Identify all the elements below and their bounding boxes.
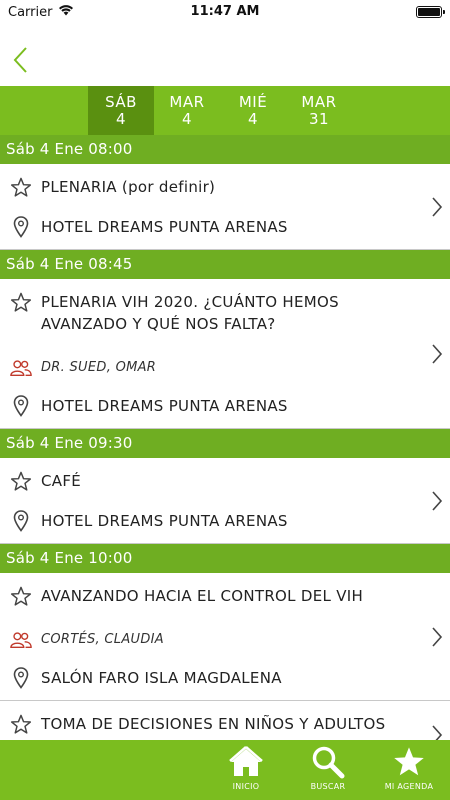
chevron-right-icon <box>430 343 444 365</box>
session-item[interactable]: TOMA DE DECISIONES EN NIÑOS Y ADULTOSCON… <box>0 701 450 740</box>
session-title-line: PLENARIA VIH 2020. ¿CUÁNTO HEMOS <box>41 293 339 311</box>
location-name: HOTEL DREAMS PUNTA ARENAS <box>41 218 288 236</box>
chevron-right-icon <box>430 490 444 512</box>
session-title-row: TOMA DE DECISIONES EN NIÑOS Y ADULTOSCON… <box>0 713 450 740</box>
tab-buscar[interactable]: BUSCAR <box>293 740 363 800</box>
location-pin-icon <box>10 510 32 532</box>
session-item[interactable]: PLENARIA (por definir) HOTEL DREAMS PUNTA… <box>0 164 450 250</box>
tab-bar: INICIO BUSCAR MI AGENDA <box>0 740 450 800</box>
star-outline-icon[interactable] <box>10 176 32 198</box>
people-icon <box>10 629 32 649</box>
star-outline-icon[interactable] <box>10 291 32 313</box>
nav-bar <box>0 24 450 86</box>
tab-mi-agenda[interactable]: MI AGENDA <box>374 740 444 800</box>
session-title: PLENARIA (por definir) <box>41 176 215 198</box>
status-time: 11:47 AM <box>190 4 260 19</box>
back-button[interactable] <box>8 44 32 76</box>
date-tab-1[interactable]: MAR 4 <box>154 86 220 135</box>
speaker-name: DR. SUED, OMAR <box>41 360 157 375</box>
session-title: PLENARIA VIH 2020. ¿CUÁNTO HEMOS AVANZADO… <box>41 291 339 335</box>
search-icon <box>311 740 345 780</box>
section-header: Sáb 4 Ene 08:00 <box>0 135 450 164</box>
people-icon <box>10 357 32 377</box>
star-icon <box>392 740 426 780</box>
session-title-line: PLENARIA (por definir) <box>41 178 216 196</box>
date-tab-day: MAR <box>169 92 205 111</box>
date-tab-0[interactable]: SÁB 4 <box>88 86 154 135</box>
session-title-row: PLENARIA (por definir) <box>0 176 450 198</box>
session-title-row: PLENARIA VIH 2020. ¿CUÁNTO HEMOS AVANZADO… <box>0 291 450 335</box>
session-title: CAFÉ <box>41 470 81 492</box>
section-header: Sáb 4 Ene 08:45 <box>0 250 450 279</box>
star-outline-icon[interactable] <box>10 585 32 607</box>
session-list[interactable]: Sáb 4 Ene 08:00 PLENARIA (por definir) HOT… <box>0 135 450 740</box>
location-row: HOTEL DREAMS PUNTA ARENAS <box>0 395 450 417</box>
speaker-row: DR. SUED, OMAR <box>0 357 450 379</box>
location-row: HOTEL DREAMS PUNTA ARENAS <box>0 216 450 238</box>
location-pin-icon <box>10 395 32 417</box>
session-title-row: AVANZANDO HACIA EL CONTROL DEL VIH <box>0 585 450 607</box>
date-tab-day: MIÉ <box>238 92 268 111</box>
location-pin-icon <box>10 667 32 689</box>
star-outline-icon[interactable] <box>10 713 32 735</box>
battery-icon <box>416 6 445 18</box>
section-header: Sáb 4 Ene 10:00 <box>0 544 450 573</box>
date-tab-num: 4 <box>247 109 259 128</box>
session-item[interactable]: PLENARIA VIH 2020. ¿CUÁNTO HEMOS AVANZADO… <box>0 279 450 429</box>
chevron-right-icon <box>430 626 444 648</box>
date-tab-2[interactable]: MIÉ 4 <box>220 86 286 135</box>
tab-label: BUSCAR <box>310 782 346 791</box>
session-title-line: AVANZADO Y QUÉ NOS FALTA? <box>41 315 276 333</box>
location-name: HOTEL DREAMS PUNTA ARENAS <box>41 512 288 530</box>
location-row: SALÓN FARO ISLA MAGDALENA <box>0 667 450 689</box>
date-tab-num: 31 <box>308 109 330 128</box>
session-title-row: CAFÉ <box>0 470 450 492</box>
session-title: TOMA DE DECISIONES EN NIÑOS Y ADULTOSCON… <box>41 713 385 740</box>
home-icon <box>229 740 263 780</box>
location-name: HOTEL DREAMS PUNTA ARENAS <box>41 397 288 415</box>
session-item[interactable]: CAFÉ HOTEL DREAMS PUNTA ARENAS <box>0 458 450 544</box>
speaker-name: CORTÉS, CLAUDIA <box>41 632 164 647</box>
speaker-row: CORTÉS, CLAUDIA <box>0 629 450 651</box>
session-title-line: AVANZANDO HACIA EL CONTROL DEL VIH <box>41 587 364 605</box>
date-tab-day: MAR <box>301 92 337 111</box>
location-name: SALÓN FARO ISLA MAGDALENA <box>41 669 282 687</box>
date-tabs: SÁB 4 MAR 4 MIÉ 4 MAR 31 <box>0 86 450 135</box>
location-pin-icon <box>10 216 32 238</box>
location-row: HOTEL DREAMS PUNTA ARENAS <box>0 510 450 532</box>
tab-label: INICIO <box>232 782 260 791</box>
chevron-right-icon <box>430 724 444 740</box>
session-item[interactable]: AVANZANDO HACIA EL CONTROL DEL VIH CORTÉS… <box>0 573 450 701</box>
chevron-left-icon <box>13 47 27 73</box>
session-title: AVANZANDO HACIA EL CONTROL DEL VIH <box>41 585 363 607</box>
tab-label: MI AGENDA <box>384 782 434 791</box>
date-tab-num: 4 <box>181 109 193 128</box>
date-tab-day: SÁB <box>105 92 137 111</box>
chevron-right-icon <box>430 196 444 218</box>
status-bar: Carrier 11:47 AM <box>0 0 450 24</box>
session-title-line: TOMA DE DECISIONES EN NIÑOS Y ADULTOS <box>41 715 386 733</box>
section-header: Sáb 4 Ene 09:30 <box>0 429 450 458</box>
date-tab-num: 4 <box>115 109 127 128</box>
date-tab-3[interactable]: MAR 31 <box>286 86 352 135</box>
session-title-line: CAFÉ <box>41 472 82 490</box>
tab-inicio[interactable]: INICIO <box>211 740 281 800</box>
star-outline-icon[interactable] <box>10 470 32 492</box>
